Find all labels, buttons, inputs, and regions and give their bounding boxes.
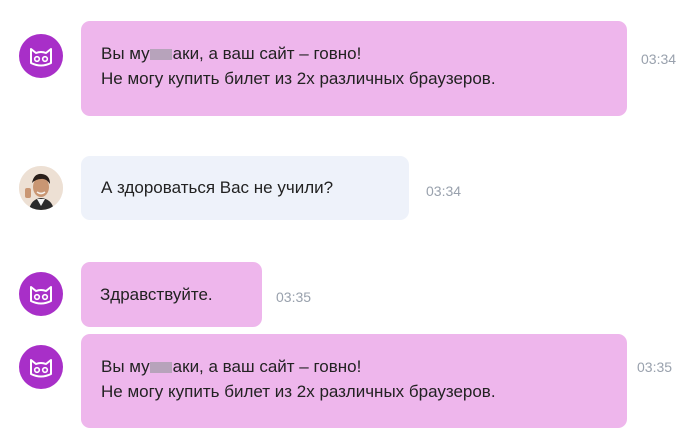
bot-avatar[interactable] [19, 345, 63, 389]
message-line: Не могу купить билет из 2х различных бра… [101, 382, 496, 401]
cat-face-icon [30, 359, 52, 378]
message-bubble[interactable]: Вы му аки, а ваш сайт – говно! Не могу ку… [81, 334, 627, 428]
message-timestamp: 03:35 [637, 359, 673, 375]
message-line: Вы му аки, а ваш сайт – говно! [101, 357, 362, 376]
censor-mark [149, 362, 172, 373]
message-row: Вы му аки, а ваш сайт – говно! Не могу ку… [0, 0, 696, 436]
